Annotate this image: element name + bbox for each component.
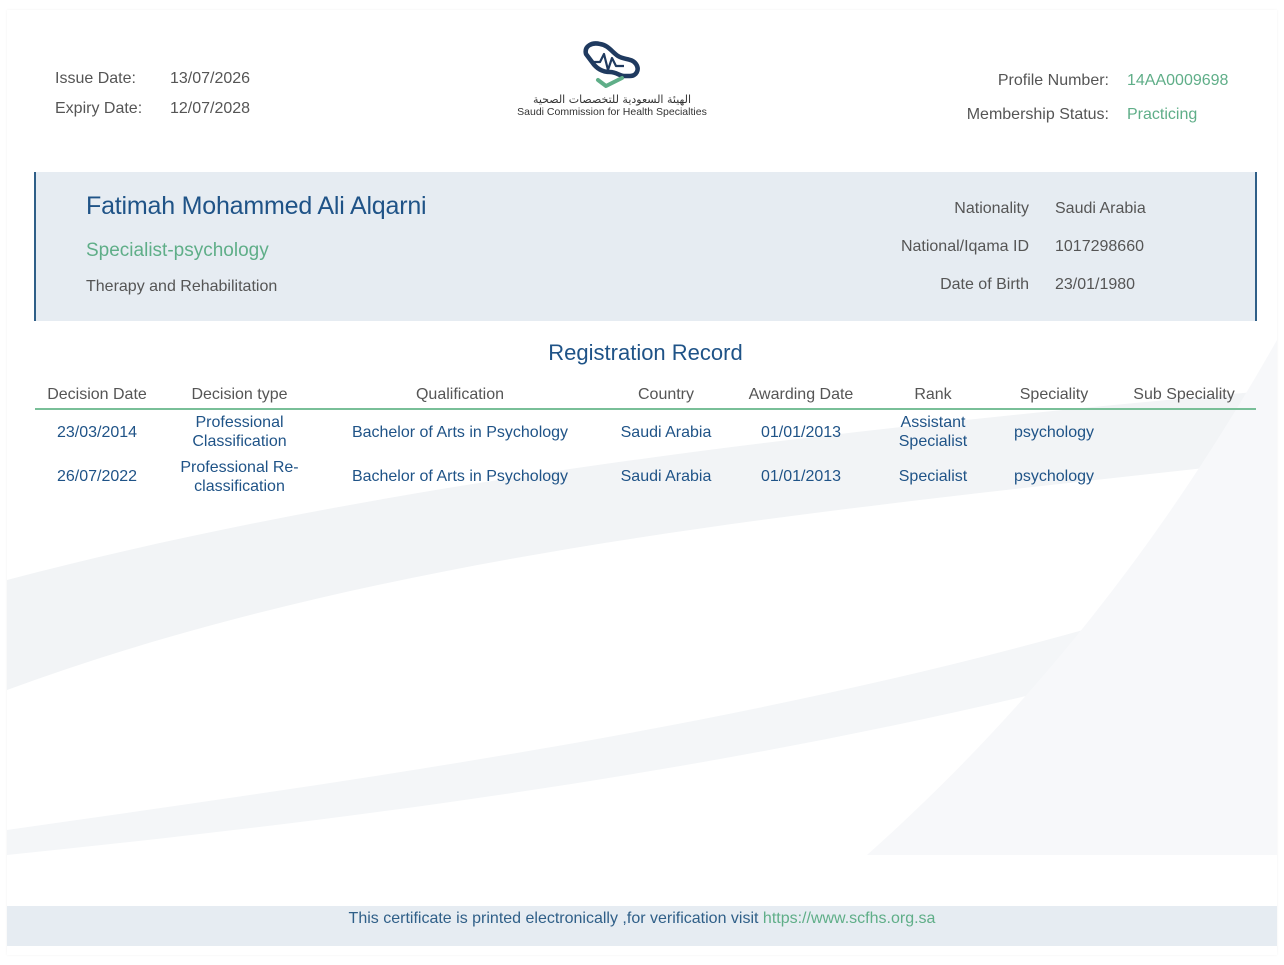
column-header: Sub Speciality xyxy=(1112,382,1256,410)
decision-date-cell: 23/03/2014 xyxy=(56,423,138,441)
profile-number-row: Profile Number: 14AA0009698 xyxy=(967,64,1233,98)
expiry-date-value: 12/07/2028 xyxy=(170,100,251,117)
national-id-label: National/Iqama ID xyxy=(900,238,1029,255)
scfhs-logo: الهيئة السعودية للتخصصات الصحية Saudi Co… xyxy=(507,40,717,119)
decision-type-cell: Professional Classification xyxy=(192,414,287,450)
logo-arabic-name: الهيئة السعودية للتخصصات الصحية xyxy=(532,93,692,106)
rank-cell: Assistant Specialist xyxy=(898,414,968,450)
speciality-cell: psychology xyxy=(1013,423,1095,441)
profile-block: Profile Number: 14AA0009698 Membership S… xyxy=(967,64,1233,132)
column-header: Speciality xyxy=(996,382,1112,410)
expiry-date-label: Expiry Date: xyxy=(55,100,143,117)
table-row: 26/07/2022 Professional Re-classificatio… xyxy=(35,454,1256,499)
person-details: Nationality Saudi Arabia National/Iqama … xyxy=(859,200,1155,314)
speciality-cell: psychology xyxy=(1013,468,1095,485)
table-header-row: Decision Date Decision type Qualificatio… xyxy=(35,382,1256,410)
column-header: Decision Date xyxy=(35,382,159,410)
person-department: Therapy and Rehabilitation xyxy=(86,278,278,295)
date-of-birth-value: 23/01/1980 xyxy=(1055,276,1136,293)
scfhs-emblem-icon xyxy=(583,41,640,88)
person-card: Fatimah Mohammed Ali Alqarni Specialist-… xyxy=(34,172,1257,321)
expiry-date-row: Expiry Date: 12/07/2028 xyxy=(55,94,250,124)
date-of-birth-row: Date of Birth 23/01/1980 xyxy=(859,276,1155,314)
issue-date-value: 13/07/2026 xyxy=(170,70,251,87)
awarding-date-cell: 01/01/2013 xyxy=(760,423,842,441)
issue-date-row: Issue Date: 13/07/2026 xyxy=(55,64,250,94)
verification-link[interactable]: https://www.scfhs.org.sa xyxy=(763,910,936,927)
logo-english-name: Saudi Commission for Health Specialties xyxy=(517,106,707,118)
person-specialty: Specialist-psychology xyxy=(86,240,269,261)
qualification-cell: Bachelor of Arts in Psychology xyxy=(351,423,569,441)
person-name: Fatimah Mohammed Ali Alqarni xyxy=(86,192,427,220)
sub-speciality-cell xyxy=(1112,454,1256,499)
issue-date-label: Issue Date: xyxy=(55,70,136,87)
membership-status-value: Practicing xyxy=(1127,106,1198,123)
issue-expiry-block: Issue Date: 13/07/2026 Expiry Date: 12/0… xyxy=(55,64,250,124)
registration-record-title: Registration Record xyxy=(548,340,743,365)
footer-text: This certificate is printed electronical… xyxy=(348,910,763,927)
decision-type-cell: Professional Re-classification xyxy=(180,458,299,495)
column-header: Awarding Date xyxy=(732,382,870,410)
membership-status-label: Membership Status: xyxy=(966,106,1109,123)
column-header: Rank xyxy=(870,382,996,410)
country-cell: Saudi Arabia xyxy=(620,423,712,441)
sub-speciality-cell xyxy=(1112,409,1256,454)
national-id-row: National/Iqama ID 1017298660 xyxy=(859,238,1155,276)
nationality-label: Nationality xyxy=(954,200,1029,217)
awarding-date-cell: 01/01/2013 xyxy=(760,468,842,485)
profile-number-value: 14AA0009698 xyxy=(1127,72,1229,89)
profile-number-label: Profile Number: xyxy=(997,72,1109,89)
certificate-page: Issue Date: 13/07/2026 Expiry Date: 12/0… xyxy=(7,10,1277,955)
qualification-cell: Bachelor of Arts in Psychology xyxy=(351,468,569,485)
rank-cell: Specialist xyxy=(898,468,968,485)
decision-date-cell: 26/07/2022 xyxy=(56,468,138,485)
table-row: 23/03/2014 Professional Classification B… xyxy=(35,409,1256,454)
column-header: Country xyxy=(600,382,732,410)
national-id-value: 1017298660 xyxy=(1055,238,1144,255)
nationality-value: Saudi Arabia xyxy=(1055,200,1146,217)
nationality-row: Nationality Saudi Arabia xyxy=(859,200,1155,238)
verification-footer: This certificate is printed electronical… xyxy=(7,906,1277,946)
column-header: Decision type xyxy=(159,382,320,410)
column-header: Qualification xyxy=(320,382,600,410)
country-cell: Saudi Arabia xyxy=(620,468,712,485)
date-of-birth-label: Date of Birth xyxy=(940,276,1029,293)
registration-table: Decision Date Decision type Qualificatio… xyxy=(35,382,1256,499)
membership-status-row: Membership Status: Practicing xyxy=(967,98,1233,132)
